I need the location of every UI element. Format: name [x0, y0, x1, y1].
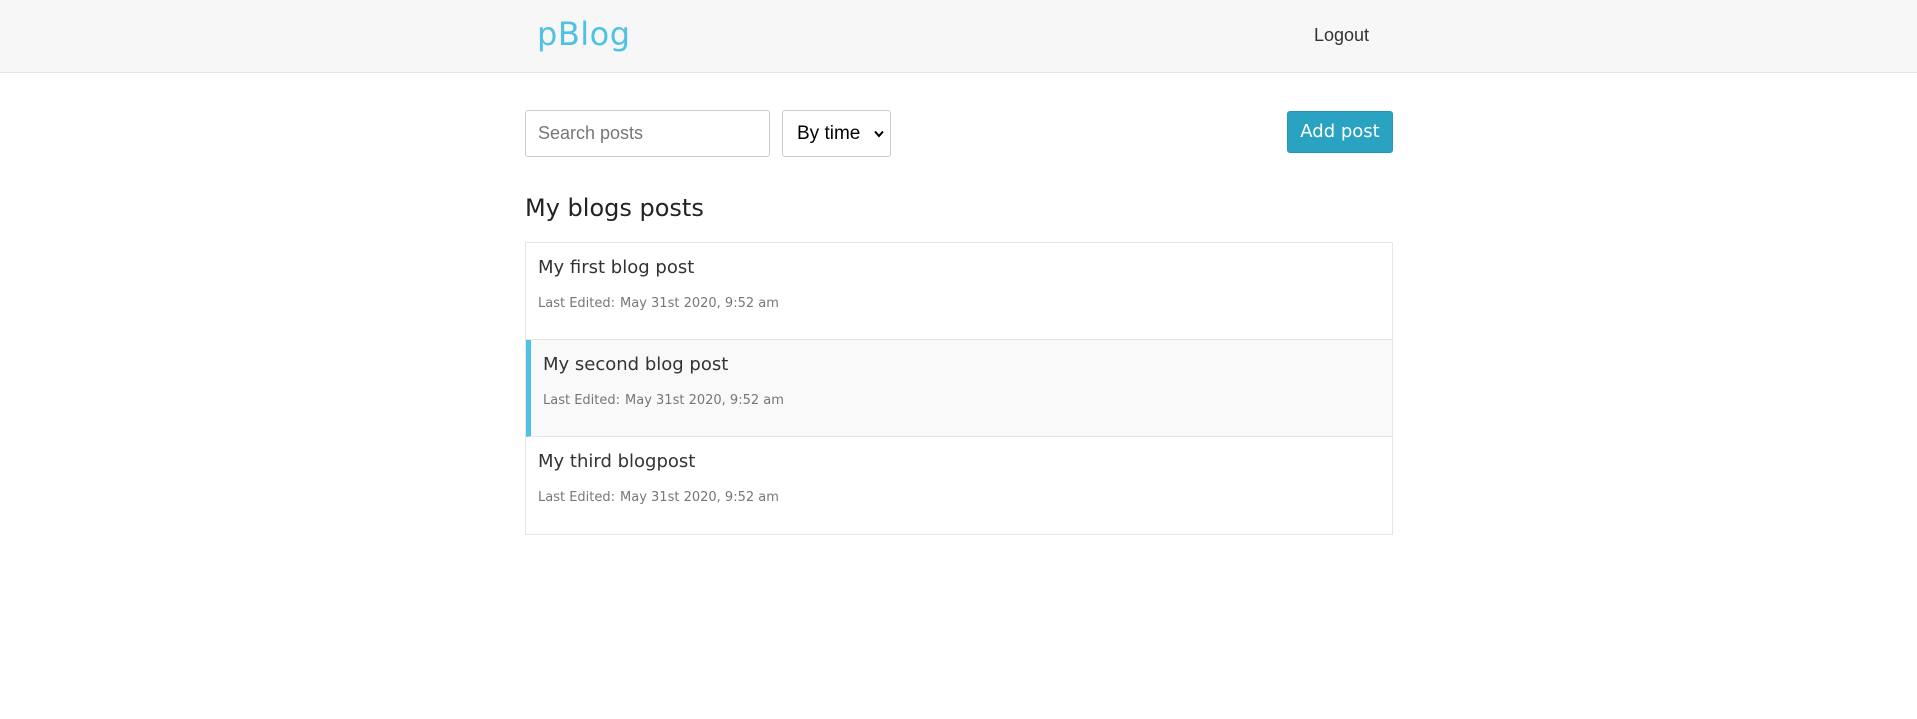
post-edited-label: Last Edited: [538, 490, 616, 505]
post-item[interactable]: My first blog post Last Edited: May 31st … [526, 243, 1392, 340]
post-edited-time: May 31st 2020, 9:52 am [625, 393, 784, 408]
brand-logo[interactable]: pBlog [537, 12, 631, 56]
post-item[interactable]: My third blogpost Last Edited: May 31st 2… [526, 437, 1392, 534]
post-edited-label: Last Edited: [543, 393, 621, 408]
section-title: My blogs posts [525, 194, 704, 222]
post-edited-time: May 31st 2020, 9:52 am [620, 296, 779, 311]
search-input[interactable] [525, 110, 770, 157]
post-title: My first blog post [538, 257, 695, 278]
post-list: My first blog post Last Edited: May 31st … [525, 242, 1393, 535]
post-title: My third blogpost [538, 451, 696, 472]
post-edited-time: May 31st 2020, 9:52 am [620, 490, 779, 505]
post-meta: Last Edited: May 31st 2020, 9:52 am [538, 295, 779, 313]
post-edited-label: Last Edited: [538, 296, 616, 311]
sort-select[interactable]: By time [782, 110, 891, 157]
post-meta: Last Edited: May 31st 2020, 9:52 am [543, 392, 784, 410]
chevron-down-icon [874, 125, 884, 141]
logout-link[interactable]: Logout [1314, 25, 1369, 46]
post-title: My second blog post [543, 354, 729, 375]
navbar: pBlog Logout [0, 0, 1917, 73]
post-item-active[interactable]: My second blog post Last Edited: May 31st… [526, 340, 1392, 437]
add-post-button[interactable]: Add post [1287, 111, 1393, 153]
sort-select-value: By time [797, 122, 861, 144]
post-meta: Last Edited: May 31st 2020, 9:52 am [538, 489, 779, 507]
